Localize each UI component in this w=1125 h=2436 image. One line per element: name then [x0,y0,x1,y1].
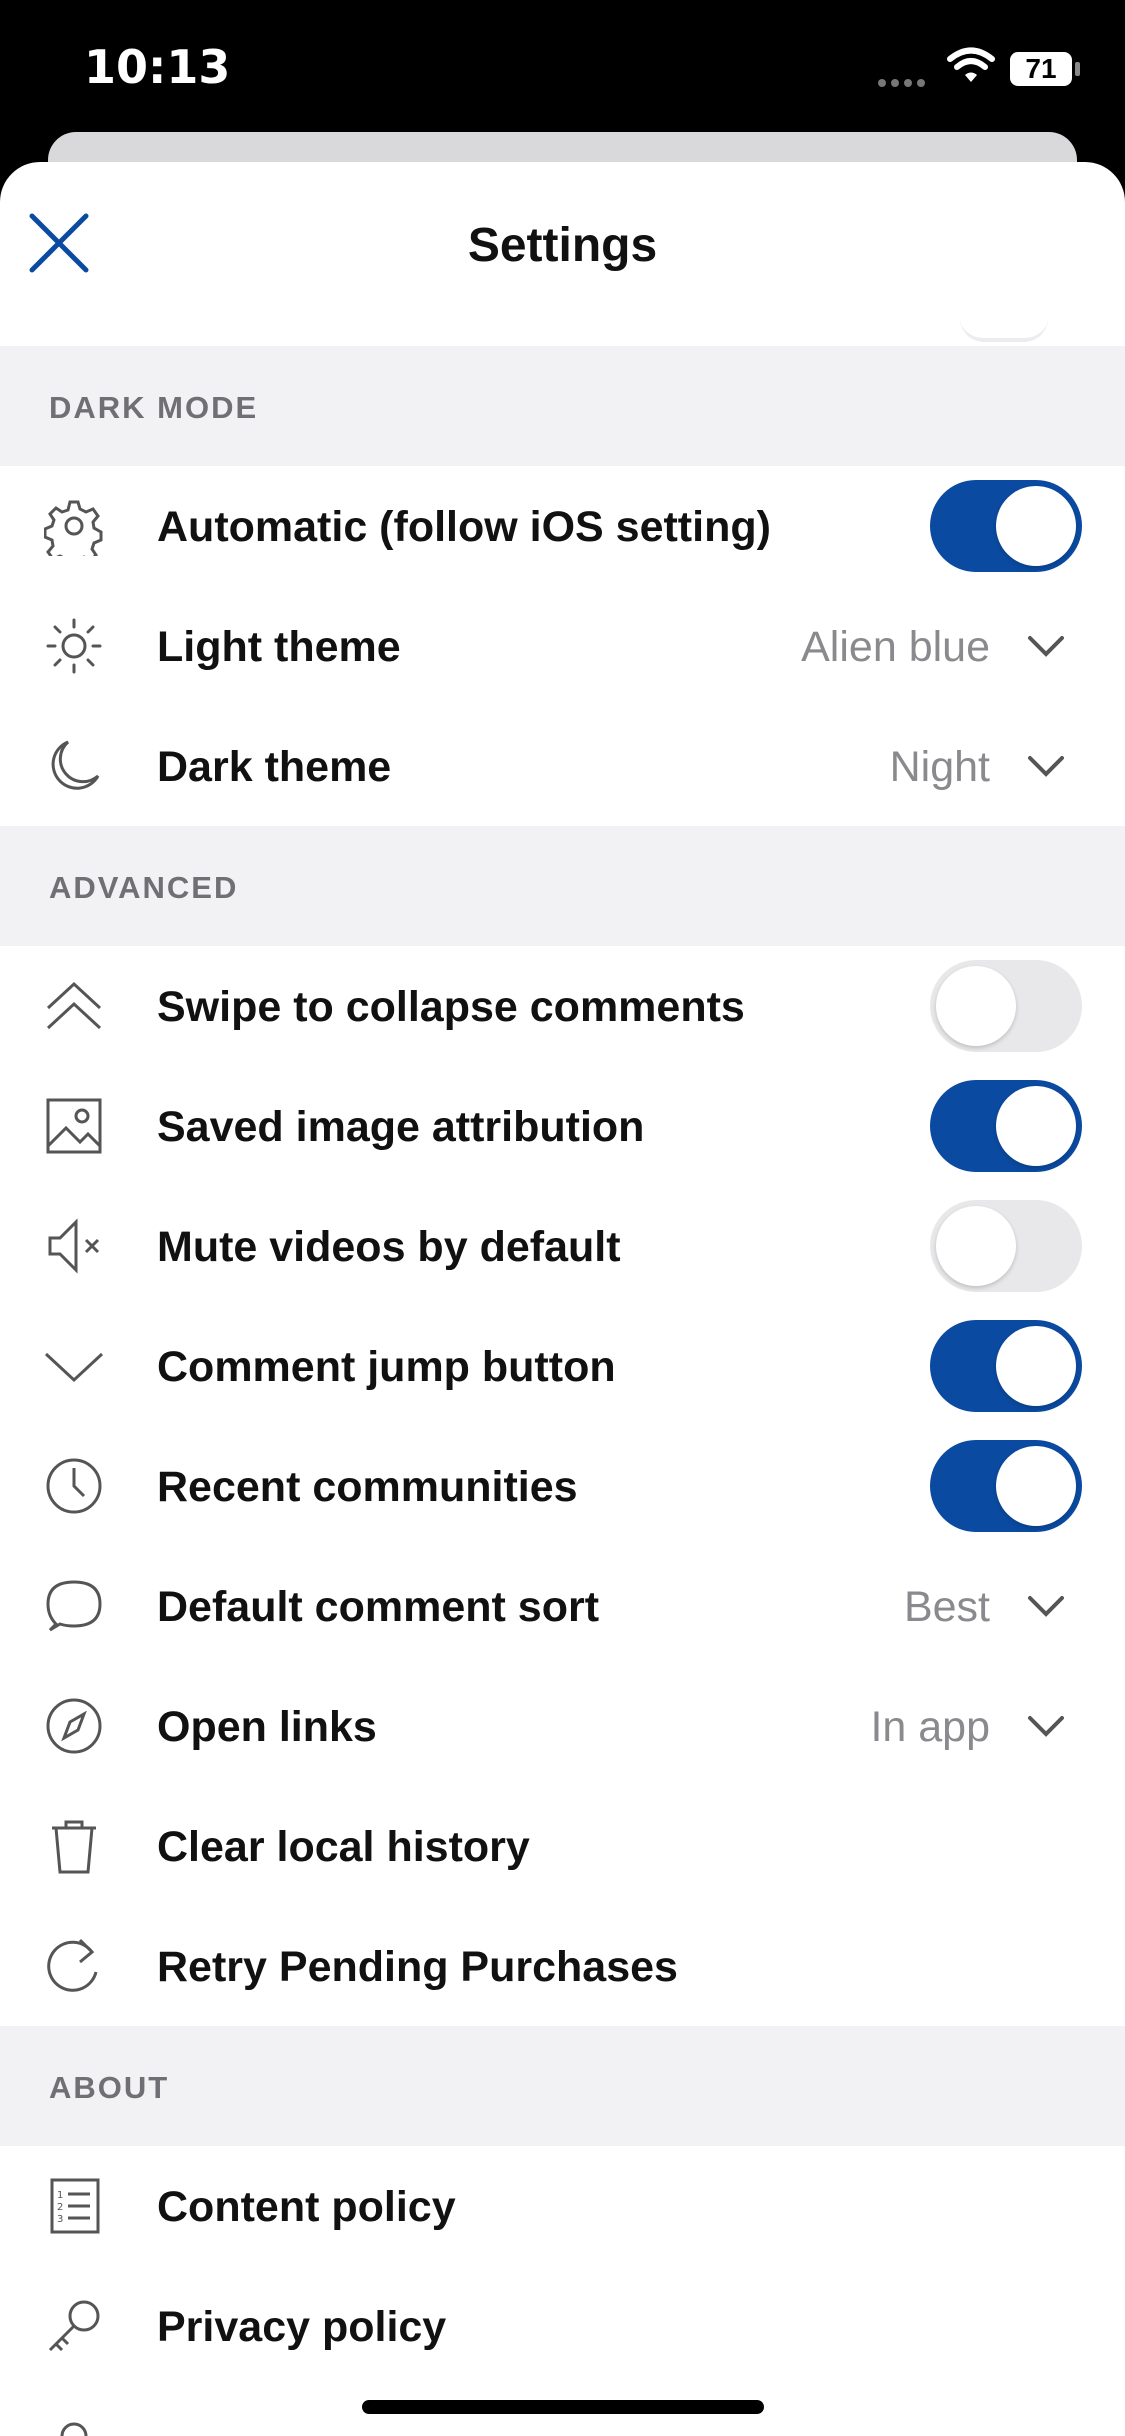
comment-jump-toggle[interactable] [930,1320,1082,1412]
speaker-muted-icon [48,1218,100,1274]
setting-label: Mute videos by default [157,1223,621,1271]
setting-label: Saved image attribution [157,1103,645,1151]
status-time: 10:13 [84,40,231,94]
gear-icon [44,500,103,556]
page-title: Settings [467,219,658,272]
setting-row-light-theme[interactable]: Light theme Alien blue [0,586,1125,706]
clock-icon [46,1458,102,1514]
chevron-down-icon [1028,636,1064,657]
setting-row-clear-history[interactable]: Clear local history [0,1786,1125,1906]
section-title: ADVANCED [49,870,239,905]
wifi-icon [947,47,995,82]
setting-label: Clear local history [157,1823,530,1871]
key-icon [48,2300,100,2352]
setting-row-privacy-policy[interactable]: Privacy policy [0,2266,1125,2386]
setting-row-mute-videos[interactable]: Mute videos by default [0,1186,1125,1306]
cellular-signal-icon [878,74,930,92]
section-header-dark-mode: DARK MODE [0,346,1125,466]
chevron-down-icon [1028,1596,1064,1617]
setting-label: Automatic (follow iOS setting) [157,503,771,551]
compass-icon [46,1698,102,1754]
speech-bubble-icon [46,1580,102,1632]
chevron-down-icon [1028,1716,1064,1737]
setting-label: Dark theme [157,743,392,791]
setting-row-retry-purchases[interactable]: Retry Pending Purchases [0,1906,1125,2026]
toggle-knob [936,1206,1016,1286]
setting-label: Open links [157,1703,377,1751]
setting-label: Swipe to collapse comments [157,983,745,1031]
setting-label: Recent communities [157,1463,578,1511]
saved-image-attribution-toggle[interactable] [930,1080,1082,1172]
toggle-knob [996,1326,1076,1406]
setting-row-recent-communities[interactable]: Recent communities [0,1426,1125,1546]
setting-label: Light theme [157,623,401,671]
setting-label: Default comment sort [157,1583,600,1631]
home-indicator [362,2400,764,2414]
chevron-down-icon [1028,756,1064,777]
svg-text:1: 1 [57,2190,63,2201]
chevron-down-icon [44,1352,104,1383]
setting-label: Privacy policy [157,2303,447,2351]
trash-icon [52,1820,96,1874]
settings-sheet: Settings DARK MODE Automatic (follow iOS… [0,162,1125,2436]
setting-row-automatic-dark-mode[interactable]: Automatic (follow iOS setting) [0,466,1125,586]
recent-communities-toggle[interactable] [930,1440,1082,1532]
setting-label: Comment jump button [157,1343,616,1391]
section-header-about: ABOUT [0,2026,1125,2146]
mute-videos-toggle[interactable] [930,1200,1082,1292]
svg-text:2: 2 [57,2202,63,2213]
numbered-list-icon: 123 [50,2178,100,2234]
user-icon [60,2422,88,2436]
setting-value: Best [903,1583,990,1631]
swipe-collapse-toggle[interactable] [930,960,1082,1052]
setting-row-swipe-collapse[interactable]: Swipe to collapse comments [0,946,1125,1066]
setting-row-open-links[interactable]: Open links In app [0,1666,1125,1786]
image-icon [46,1098,102,1154]
setting-row-default-comment-sort[interactable]: Default comment sort Best [0,1546,1125,1666]
toggle-knob [936,966,1016,1046]
section-title: ABOUT [49,2070,170,2105]
automatic-dark-mode-toggle[interactable] [930,480,1082,572]
toggle-knob [996,1446,1076,1526]
section-title: DARK MODE [49,390,259,425]
setting-row-dark-theme[interactable]: Dark theme Night [0,706,1125,826]
section-header-advanced: ADVANCED [0,826,1125,946]
setting-value: Alien blue [801,623,990,671]
svg-text:3: 3 [57,2214,63,2225]
setting-row-comment-jump[interactable]: Comment jump button [0,1306,1125,1426]
setting-label: Content policy [157,2183,456,2231]
setting-row-content-policy[interactable]: 123 Content policy [0,2146,1125,2266]
setting-value: In app [870,1703,990,1751]
settings-header: Settings [0,162,1125,346]
sun-icon [46,618,102,674]
refresh-icon [47,1938,98,1992]
battery-cap [1075,62,1080,76]
moon-icon [51,740,100,790]
toggle-knob [996,486,1076,566]
setting-value: Night [889,743,990,791]
battery-icon: 71 [1010,52,1072,86]
scrolled-toggle-edge [960,318,1048,342]
setting-row-saved-image-attribution[interactable]: Saved image attribution [0,1066,1125,1186]
setting-label: Retry Pending Purchases [157,1943,678,1991]
toggle-knob [996,1086,1076,1166]
double-chevron-up-icon [46,981,102,1030]
